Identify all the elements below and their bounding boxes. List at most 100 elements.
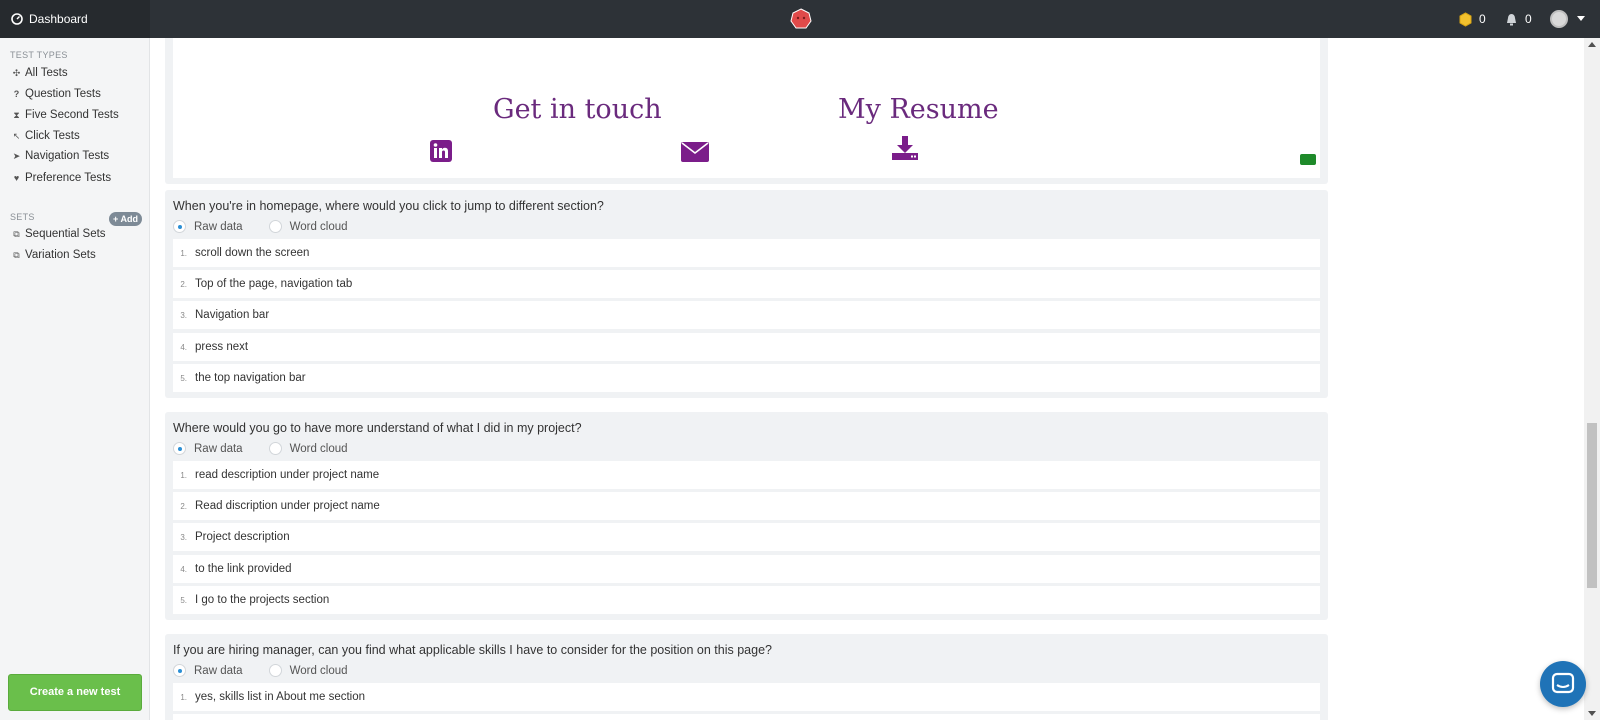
coins-count: 0 — [1479, 12, 1486, 26]
app-logo-icon[interactable] — [790, 8, 812, 30]
answer-number: 2. — [180, 279, 187, 289]
sidebar-item-preference-tests[interactable]: ♥ Preference Tests — [11, 170, 111, 186]
sidebar-item-label: Preference Tests — [25, 172, 112, 184]
sidebar-item-label: Click Tests — [25, 130, 80, 142]
sidebar-item-label: Sequential Sets — [25, 228, 106, 240]
word-cloud-label: Word cloud — [289, 442, 348, 455]
word-cloud-radio[interactable] — [268, 220, 282, 233]
answer-row: 4. press next — [173, 333, 1320, 361]
word-cloud-label: Word cloud — [289, 220, 348, 233]
variation-icon: ⧉ — [13, 249, 20, 260]
create-new-test-button[interactable]: Create a new test — [8, 674, 142, 711]
answer-text: Top of the page, navigation tab — [195, 278, 353, 290]
raw-data-radio[interactable] — [173, 220, 186, 233]
raw-data-radio[interactable] — [173, 664, 186, 677]
add-set-button[interactable]: + Add — [109, 212, 142, 226]
vertical-scrollbar[interactable] — [1584, 38, 1600, 720]
word-cloud-radio[interactable] — [268, 664, 282, 677]
sidebar-item-five-second-tests[interactable]: ⧗ Five Second Tests — [11, 107, 119, 123]
sidebar-item-label: Question Tests — [25, 88, 101, 100]
my-resume-heading: My Resume — [838, 94, 999, 125]
heart-icon: ♥ — [13, 173, 20, 183]
answer-text: Navigation bar — [195, 309, 270, 321]
email-icon — [681, 142, 709, 162]
answer-row: 3. Navigation bar — [173, 301, 1320, 329]
dashboard-label: Dashboard — [29, 12, 88, 26]
sidebar-item-all-tests[interactable]: ✣ All Tests — [11, 65, 68, 81]
raw-data-radio[interactable] — [173, 442, 186, 455]
notifications-count: 0 — [1525, 12, 1532, 26]
word-cloud-label: Word cloud — [289, 664, 348, 677]
coins-indicator[interactable]: 0 — [1458, 0, 1486, 38]
view-toggle: Raw data Word cloud — [173, 220, 348, 233]
main-content: Get in touch My Resume When you're in ho… — [150, 38, 1584, 720]
user-avatar[interactable] — [1550, 10, 1568, 28]
scroll-up-icon[interactable] — [1588, 42, 1596, 47]
answer-number: 2. — [180, 501, 187, 511]
answer-row: 5. I go to the projects section — [173, 586, 1320, 614]
answer-row: 2. Top of the page, navigation tab — [173, 270, 1320, 298]
hourglass-icon: ⧗ — [13, 109, 20, 120]
answer-text: I go to the projects section — [195, 594, 330, 606]
answer-text: the top navigation bar — [195, 372, 306, 384]
top-bar: Dashboard 0 0 — [0, 0, 1600, 38]
navigation-icon: ➤ — [12, 150, 21, 161]
answer-row: 3. Project description — [173, 523, 1320, 551]
answer-text: yes, skills list in About me section — [195, 691, 366, 703]
answer-number: 1. — [180, 470, 187, 480]
answer-text: to the link provided — [195, 563, 292, 575]
sidebar-item-question-tests[interactable]: ? Question Tests — [11, 86, 101, 102]
all-tests-icon: ✣ — [12, 67, 21, 78]
answer-number: 1. — [180, 248, 187, 258]
sidebar-item-label: Variation Sets — [25, 249, 96, 261]
raw-data-label: Raw data — [194, 442, 243, 455]
sidebar-item-label: Navigation Tests — [25, 150, 110, 162]
chat-icon — [1551, 672, 1575, 694]
get-in-touch-heading: Get in touch — [493, 94, 662, 125]
scrollbar-thumb[interactable] — [1587, 423, 1597, 588]
question-panel: Where would you go to have more understa… — [165, 412, 1328, 620]
question-title: When you're in homepage, where would you… — [173, 199, 604, 213]
answer-row: 1. yes, skills list in About me section — [173, 683, 1320, 711]
sidebar-item-click-tests[interactable]: ↖ Click Tests — [11, 128, 80, 144]
word-cloud-radio[interactable] — [268, 442, 282, 455]
answer-row — [173, 714, 1320, 720]
question-icon: ? — [13, 89, 20, 99]
answer-text: scroll down the screen — [195, 247, 310, 259]
sequential-icon: ⧉ — [13, 228, 20, 239]
chat-launcher-button[interactable] — [1540, 661, 1586, 707]
status-indicator — [1300, 154, 1316, 165]
sidebar-item-variation-sets[interactable]: ⧉ Variation Sets — [11, 247, 96, 263]
answer-row: 5. the top navigation bar — [173, 364, 1320, 392]
question-title: If you are hiring manager, can you find … — [173, 643, 772, 657]
coin-icon — [1459, 11, 1472, 27]
answer-number: 1. — [180, 692, 187, 702]
sidebar-item-label: Five Second Tests — [25, 109, 119, 121]
answer-row: 2. Read discription under project name — [173, 492, 1320, 520]
answer-text: Project description — [195, 531, 290, 543]
linkedin-icon — [430, 140, 452, 162]
question-panel: When you're in homepage, where would you… — [165, 190, 1328, 398]
sidebar-item-navigation-tests[interactable]: ➤ Navigation Tests — [11, 148, 109, 164]
notifications-indicator[interactable]: 0 — [1504, 0, 1532, 38]
answer-number: 4. — [180, 564, 187, 574]
scroll-down-icon[interactable] — [1588, 711, 1596, 716]
bell-icon — [1507, 13, 1516, 25]
cursor-icon: ↖ — [12, 130, 21, 141]
sidebar-item-sequential-sets[interactable]: ⧉ Sequential Sets — [11, 226, 106, 242]
question-title: Where would you go to have more understa… — [173, 421, 582, 435]
sidebar-item-label: All Tests — [25, 67, 68, 79]
chevron-down-icon[interactable] — [1577, 16, 1585, 21]
test-screenshot: Get in touch My Resume — [173, 38, 1320, 178]
answer-number: 3. — [180, 310, 187, 320]
answer-text: read description under project name — [195, 469, 380, 481]
dashboard-icon — [11, 13, 23, 25]
dashboard-link[interactable]: Dashboard — [0, 0, 150, 38]
raw-data-label: Raw data — [194, 664, 243, 677]
sidebar: TEST TYPES ✣ All Tests ? Question Tests ⧗ F… — [0, 38, 150, 720]
answer-number: 5. — [180, 373, 187, 383]
raw-data-label: Raw data — [194, 220, 243, 233]
view-toggle: Raw data Word cloud — [173, 664, 348, 677]
answer-text: press next — [195, 341, 249, 353]
download-icon — [892, 136, 918, 160]
